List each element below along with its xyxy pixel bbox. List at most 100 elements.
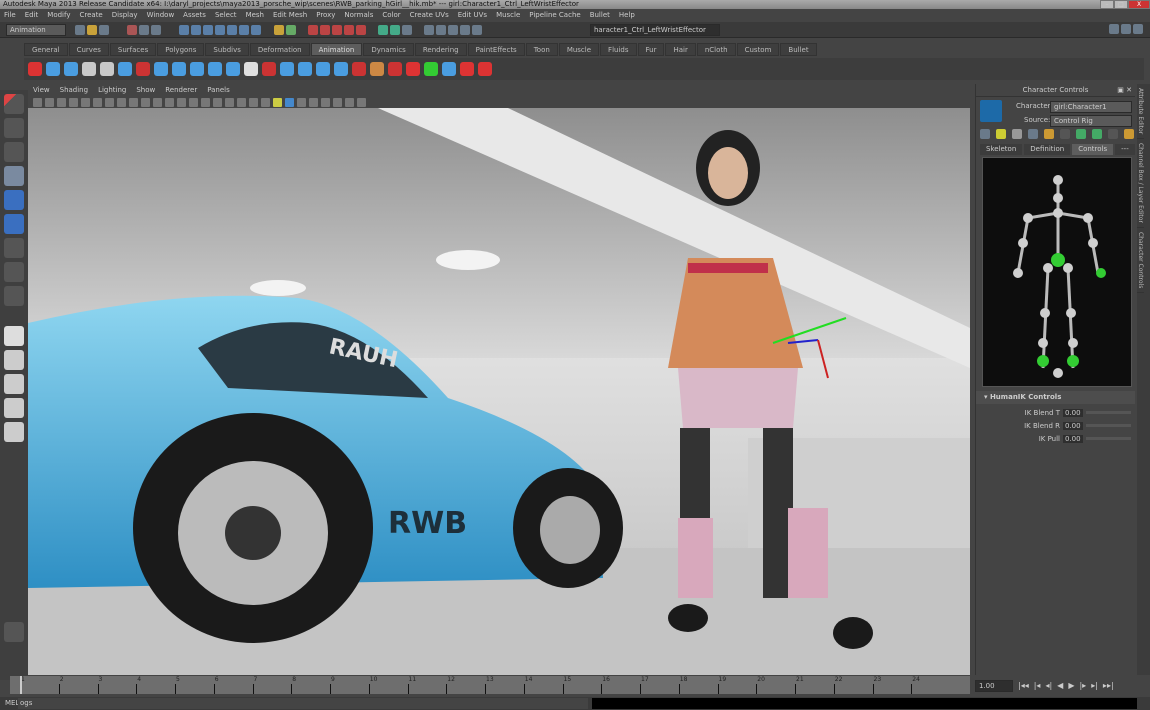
panel-tool-icon[interactable] [33,97,42,107]
lasso-tool-icon[interactable] [4,118,24,138]
magnet-icon[interactable] [331,25,342,35]
panel-tool-icon[interactable] [225,97,234,107]
menu-help[interactable]: Help [619,9,635,22]
shelf-tool-icon[interactable] [478,62,492,76]
menu-display[interactable]: Display [112,9,138,22]
input-line-icon[interactable] [424,25,435,35]
layout-single-icon[interactable] [4,326,24,346]
snap-grid-icon[interactable] [179,25,190,35]
menu-color[interactable]: Color [382,9,400,22]
pin-icon[interactable] [980,129,990,139]
shelf-tool-icon[interactable] [208,62,222,76]
shelf-tab-ncloth[interactable]: nCloth [696,43,736,56]
hik-field-value[interactable]: 0.00 [1063,408,1083,417]
humanik-controls-section[interactable]: ▾ HumanIK Controls [976,391,1135,404]
body-part-icon[interactable] [1028,129,1038,139]
shelf-tab-dynamics[interactable]: Dynamics [363,43,414,56]
shelf-tab-hair[interactable]: Hair [665,43,696,56]
side-tab-0[interactable]: Attribute Editor [1137,84,1144,140]
new-scene-icon[interactable] [75,25,85,35]
visor-icon[interactable] [472,25,483,35]
save-scene-icon[interactable] [99,25,109,35]
panel-tool-icon[interactable] [297,97,306,107]
shelf-tool-icon[interactable] [370,62,384,76]
selection-icon[interactable] [1044,129,1054,139]
selection-field[interactable]: haracter1_Ctrl_LeftWristEffector [590,24,720,36]
step-forward-key-icon[interactable]: ▸| [1091,681,1098,690]
panel-menu-view[interactable]: View [33,85,50,96]
shelf-tab-rendering[interactable]: Rendering [414,43,467,56]
hik-tab-3[interactable]: --- [1115,144,1135,155]
panel-tool-icon[interactable] [201,97,210,107]
reach-icon[interactable] [1108,129,1118,139]
panel-tool-icon[interactable] [321,97,330,107]
scale-tool-icon[interactable] [4,214,24,234]
shelf-tool-icon[interactable] [298,62,312,76]
time-slider[interactable]: 1 2 3 4 5 6 7 8 9 10 11 12 13 14 15 16 17 18 19 20 21 22 23 24 [10,676,970,694]
shelf-tool-icon[interactable] [442,62,456,76]
menu-file[interactable]: File [4,9,16,22]
show-manipulator-icon[interactable] [4,286,24,306]
menu-muscle[interactable]: Muscle [496,9,520,22]
shelf-tool-icon[interactable] [262,62,276,76]
shelf-tool-icon[interactable] [280,62,294,76]
side-tab-1[interactable]: Channel Box / Layer Editor [1137,139,1144,229]
snap-surface-icon[interactable] [227,25,238,35]
stance-icon[interactable] [1124,129,1134,139]
shelf-tab-fluids[interactable]: Fluids [600,43,637,56]
current-time-marker[interactable] [20,676,22,694]
panel-tool-icon[interactable] [261,97,270,107]
current-frame-field[interactable]: 1.00 [975,680,1013,692]
panel-tool-icon[interactable] [57,97,66,107]
hik-field-value[interactable]: 0.00 [1063,434,1083,443]
select-object-icon[interactable] [139,25,150,35]
character-controls-view[interactable] [982,157,1132,387]
shelf-tool-icon[interactable] [136,62,150,76]
shelf-tool-icon[interactable] [172,62,186,76]
shelf-tab-polygons[interactable]: Polygons [157,43,205,56]
edit-icon[interactable] [996,129,1006,139]
magnet-icon[interactable] [307,25,318,35]
layout-hypershade-icon[interactable] [4,422,24,442]
shelf-tool-icon[interactable] [154,62,168,76]
graph-icon[interactable] [448,25,459,35]
go-start-icon[interactable]: |◂◂ [1018,681,1029,690]
shelf-tab-painteffects[interactable]: PaintEffects [467,43,525,56]
manipulator-icon[interactable] [4,238,24,258]
menu-create[interactable]: Create [79,9,102,22]
attribute-editor-toggle-icon[interactable] [1109,24,1119,34]
move-tool-icon[interactable] [4,166,24,186]
shelf-tab-animation[interactable]: Animation [310,43,363,56]
shelf-tab-curves[interactable]: Curves [68,43,109,56]
side-tab-2[interactable]: Character Controls [1137,228,1144,294]
menu-proxy[interactable]: Proxy [316,9,335,22]
panel-tool-icon[interactable] [177,97,186,107]
shelf-tab-general[interactable]: General [24,43,68,56]
magnet-icon[interactable] [343,25,354,35]
mode-select[interactable]: Animation [6,24,66,36]
magnet-icon[interactable] [355,25,366,35]
hik-field-slider[interactable] [1086,437,1131,440]
layout-persp-graph-icon[interactable] [4,398,24,418]
select-hierarchy-icon[interactable] [127,25,138,35]
shelf-tool-icon[interactable] [226,62,240,76]
snap-curve-icon[interactable] [191,25,202,35]
panel-tool-icon[interactable] [129,97,138,107]
history-icon[interactable] [285,25,296,35]
humanik-menu-icon[interactable] [980,100,1002,122]
panel-close-icon[interactable]: ▣ ✕ [1117,86,1132,94]
render-settings-icon[interactable] [402,25,413,35]
go-end-icon[interactable]: ▸▸| [1103,681,1114,690]
panel-tool-icon[interactable] [165,97,174,107]
paint-select-icon[interactable] [4,142,24,162]
menu-create-uvs[interactable]: Create UVs [410,9,449,22]
select-tool-icon[interactable] [4,94,24,114]
channel-box-toggle-icon[interactable] [1133,24,1143,34]
render-icon[interactable] [378,25,389,35]
shelf-tool-icon[interactable] [82,62,96,76]
panel-tool-icon[interactable] [345,97,354,107]
menu-edit[interactable]: Edit [25,9,39,22]
step-back-icon[interactable]: ◂| [1045,681,1052,690]
panel-menu-shading[interactable]: Shading [60,85,88,96]
menu-select[interactable]: Select [215,9,237,22]
